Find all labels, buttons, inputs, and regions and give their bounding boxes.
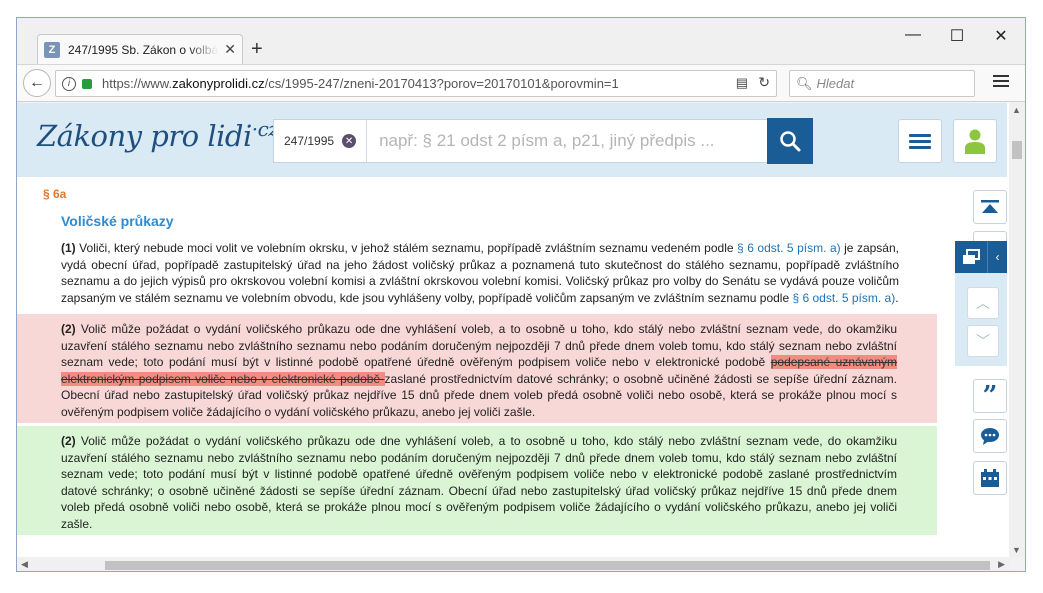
search-icon — [780, 131, 801, 152]
close-window-button[interactable]: ✕ — [991, 26, 1011, 46]
address-bar[interactable]: i https://www.zakonyprolidi.cz/cs/1995-2… — [55, 70, 777, 97]
site-logo[interactable]: Zákony pro lidi·cz — [37, 117, 279, 153]
horizontal-scroll-thumb[interactable] — [105, 561, 990, 570]
tab-close-icon[interactable]: ✕ — [224, 41, 236, 58]
law-text: § 6a Voličské průkazy (1) Voliči, který … — [17, 187, 939, 535]
scroll-top-icon — [981, 200, 999, 213]
previous-change-button[interactable]: ︿ — [967, 287, 999, 319]
quote-icon: ” — [982, 381, 998, 411]
search-placeholder: např: § 21 odst 2 písm a, p21, jiný před… — [379, 131, 715, 150]
hamburger-icon — [909, 131, 931, 152]
comment-icon — [981, 428, 999, 445]
user-icon — [965, 129, 985, 154]
back-button[interactable]: ← — [23, 69, 51, 97]
site-favicon-icon: Z — [44, 41, 60, 58]
chip-label: 247/1995 — [284, 134, 335, 148]
new-tab-button[interactable]: + — [251, 38, 263, 61]
scroll-up-icon[interactable]: ▲ — [1012, 105, 1021, 115]
search-button[interactable] — [767, 118, 813, 164]
browser-window: Z 247/1995 Sb. Zákon o volbách do Parlam… — [16, 17, 1026, 572]
next-change-button[interactable]: ﹀ — [967, 325, 999, 357]
calendar-icon — [981, 469, 999, 487]
browser-search-input[interactable]: 🔍︎ Hledat — [789, 70, 975, 97]
page-viewport: Zákony pro lidi·cz 247/1995 ✕ např: § 21… — [17, 103, 1009, 557]
quote-button[interactable]: ” — [973, 379, 1007, 413]
compare-versions-button[interactable] — [955, 241, 987, 273]
title-bar: Z 247/1995 Sb. Zákon o volbách do Parlam… — [17, 18, 1025, 64]
paragraph-1: (1) Voliči, který nebude moci volit ve v… — [61, 241, 899, 305]
scroll-right-icon[interactable]: ▶ — [998, 559, 1005, 570]
copy-icon — [963, 249, 980, 264]
navigation-bar: ← i https://www.zakonyprolidi.cz/cs/1995… — [17, 64, 1025, 102]
browser-search-placeholder: Hledat — [816, 76, 855, 91]
reader-view-icon[interactable]: ▤ — [736, 75, 748, 91]
reference-link[interactable]: § 6 odst. 5 písm. a) — [792, 291, 895, 305]
arrow-left-icon: ← — [29, 74, 45, 91]
url-text: https://www.zakonyprolidi.cz/cs/1995-247… — [102, 76, 619, 91]
reload-icon[interactable]: ↻ — [758, 74, 770, 91]
vertical-scroll-thumb[interactable] — [1012, 141, 1022, 159]
chip-remove-icon[interactable]: ✕ — [342, 134, 357, 148]
scroll-left-icon[interactable]: ◀ — [21, 559, 28, 570]
minimize-button[interactable]: — — [903, 26, 923, 44]
site-search-input[interactable]: 247/1995 ✕ např: § 21 odst 2 písm a, p21… — [273, 119, 769, 163]
info-icon[interactable]: i — [62, 76, 76, 91]
paragraph-2-previous-version: (2) Volič může požádat o vydání voličské… — [17, 314, 937, 423]
reference-link[interactable]: § 6 odst. 5 písm. a) — [737, 241, 841, 255]
comment-button[interactable] — [973, 419, 1007, 453]
lock-icon — [82, 78, 92, 89]
vertical-scrollbar[interactable]: ▲ ▼ — [1009, 103, 1025, 557]
site-menu-button[interactable] — [898, 119, 942, 163]
paragraph-2-current-version: (2) Volič může požádat o vydání voličské… — [17, 426, 937, 535]
site-header: Zákony pro lidi·cz 247/1995 ✕ např: § 21… — [17, 103, 1007, 177]
section-number: § 6a — [43, 187, 67, 201]
horizontal-scrollbar[interactable]: ◀ ▶ — [17, 557, 1009, 571]
scroll-top-button[interactable] — [973, 190, 1007, 224]
collapse-panel-button[interactable]: ‹ — [987, 241, 1007, 273]
section-title: Voličské průkazy — [61, 213, 174, 229]
calendar-button[interactable] — [973, 461, 1007, 495]
browser-menu-icon[interactable] — [993, 75, 1009, 90]
browser-tab[interactable]: Z 247/1995 Sb. Zákon o volbách do Parlam… — [37, 34, 243, 64]
user-account-button[interactable] — [953, 119, 997, 163]
search-icon: 🔍︎ — [796, 75, 813, 91]
tab-title: 247/1995 Sb. Zákon o volbách do Parlamen… — [68, 42, 218, 57]
search-filter-chip[interactable]: 247/1995 ✕ — [274, 120, 368, 162]
scroll-down-icon[interactable]: ▼ — [1012, 545, 1021, 555]
maximize-button[interactable]: ☐ — [947, 26, 967, 46]
